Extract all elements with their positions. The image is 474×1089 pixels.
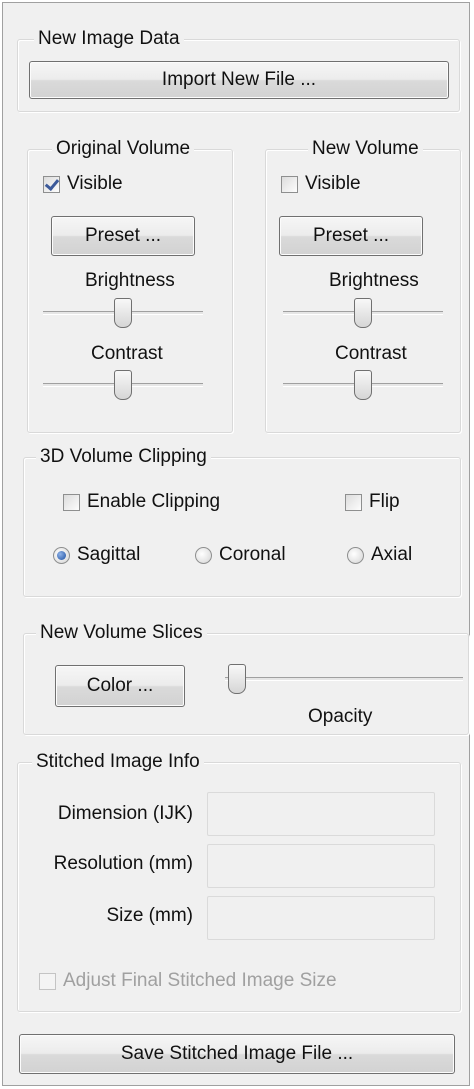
size-label: Size (mm) bbox=[106, 905, 193, 926]
resolution-field[interactable] bbox=[207, 844, 435, 888]
flip-label: Flip bbox=[369, 491, 400, 512]
control-panel: New Image Data Import New File ... Origi… bbox=[2, 2, 470, 1086]
new-visible-checkbox[interactable]: Visible bbox=[281, 173, 361, 195]
sagittal-radio[interactable]: Sagittal bbox=[53, 544, 140, 566]
color-button[interactable]: Color ... bbox=[55, 665, 185, 707]
flip-box[interactable] bbox=[345, 493, 362, 511]
original-brightness-slider[interactable] bbox=[43, 298, 203, 328]
axial-radio-dot[interactable] bbox=[347, 546, 364, 564]
opacity-slider[interactable] bbox=[225, 664, 463, 694]
slider-thumb[interactable] bbox=[228, 664, 246, 694]
original-preset-button[interactable]: Preset ... bbox=[51, 216, 195, 256]
flip-checkbox[interactable]: Flip bbox=[345, 491, 400, 513]
adjust-size-box[interactable] bbox=[39, 972, 56, 990]
enable-clipping-box[interactable] bbox=[63, 493, 80, 511]
original-visible-label: Visible bbox=[67, 173, 123, 194]
coronal-label: Coronal bbox=[219, 544, 286, 565]
sagittal-label: Sagittal bbox=[77, 544, 141, 565]
new-volume-title: New Volume bbox=[308, 137, 423, 161]
dimension-field[interactable] bbox=[207, 792, 435, 836]
original-contrast-slider[interactable] bbox=[43, 370, 203, 400]
slider-thumb[interactable] bbox=[114, 298, 132, 328]
new-image-data-title: New Image Data bbox=[34, 27, 184, 51]
new-preset-button[interactable]: Preset ... bbox=[279, 216, 423, 256]
clipping-title: 3D Volume Clipping bbox=[36, 445, 211, 469]
import-new-file-button[interactable]: Import New File ... bbox=[29, 61, 449, 99]
original-visible-checkbox[interactable]: Visible bbox=[43, 173, 123, 195]
original-volume-title: Original Volume bbox=[52, 137, 195, 161]
enable-clipping-label: Enable Clipping bbox=[87, 491, 221, 512]
axial-label: Axial bbox=[371, 544, 413, 565]
new-contrast-label: Contrast bbox=[335, 343, 407, 364]
new-brightness-slider[interactable] bbox=[283, 298, 443, 328]
axial-radio[interactable]: Axial bbox=[347, 544, 412, 566]
new-visible-label: Visible bbox=[305, 173, 361, 194]
slider-thumb[interactable] bbox=[354, 370, 372, 400]
slider-track bbox=[225, 677, 463, 681]
new-visible-box[interactable] bbox=[281, 175, 298, 193]
sagittal-radio-dot[interactable] bbox=[53, 546, 70, 564]
enable-clipping-checkbox[interactable]: Enable Clipping bbox=[63, 491, 220, 513]
slices-title: New Volume Slices bbox=[36, 621, 207, 645]
original-visible-box[interactable] bbox=[43, 175, 60, 193]
new-contrast-slider[interactable] bbox=[283, 370, 443, 400]
coronal-radio[interactable]: Coronal bbox=[195, 544, 286, 566]
opacity-label: Opacity bbox=[308, 706, 373, 727]
original-contrast-label: Contrast bbox=[91, 343, 163, 364]
adjust-size-checkbox[interactable]: Adjust Final Stitched Image Size bbox=[39, 970, 337, 992]
size-field[interactable] bbox=[207, 896, 435, 940]
new-brightness-label: Brightness bbox=[329, 270, 419, 291]
dimension-label: Dimension (IJK) bbox=[57, 803, 193, 824]
original-brightness-label: Brightness bbox=[85, 270, 175, 291]
clipping-group: 3D Volume Clipping bbox=[23, 445, 461, 597]
slider-thumb[interactable] bbox=[114, 370, 132, 400]
resolution-label: Resolution (mm) bbox=[53, 853, 193, 874]
stitched-info-title: Stitched Image Info bbox=[32, 750, 204, 774]
coronal-radio-dot[interactable] bbox=[195, 546, 212, 564]
save-stitched-image-button[interactable]: Save Stitched Image File ... bbox=[19, 1034, 455, 1074]
adjust-size-label: Adjust Final Stitched Image Size bbox=[63, 970, 337, 991]
slider-thumb[interactable] bbox=[354, 298, 372, 328]
